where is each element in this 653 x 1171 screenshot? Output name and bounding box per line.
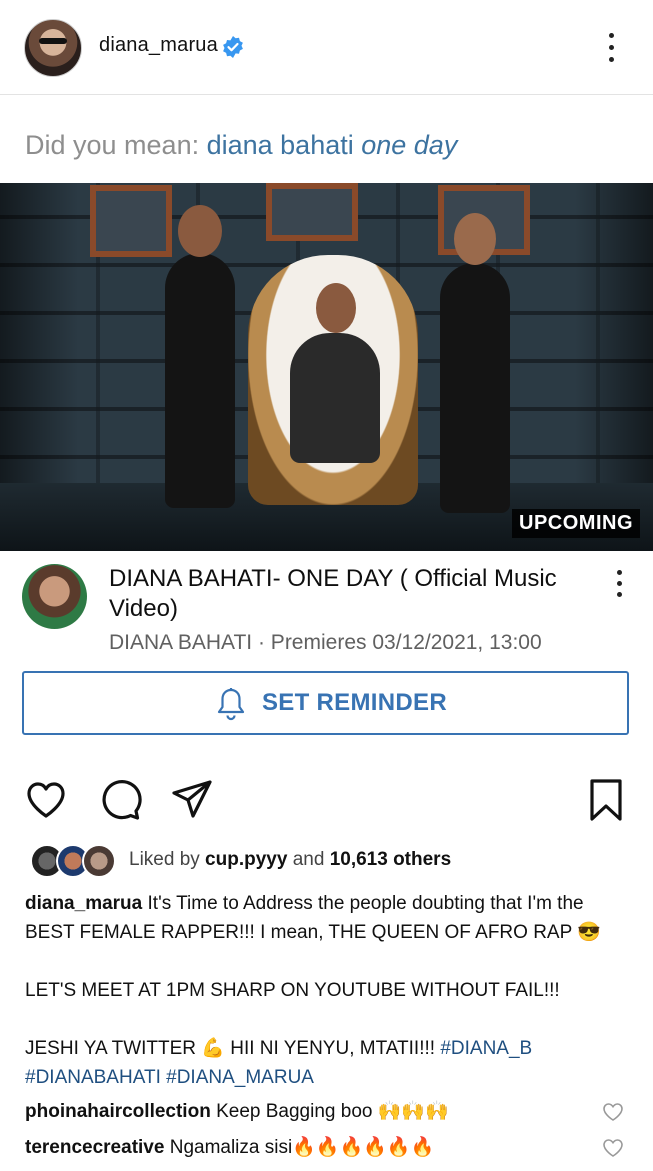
comment-username[interactable]: terencecreative <box>25 1137 164 1158</box>
person-center-graphic <box>290 333 380 463</box>
comment-row: phoinahaircollection Keep Bagging boo 🙌🙌… <box>25 1099 449 1123</box>
hashtag[interactable]: #DIANA_MARUA <box>166 1067 314 1088</box>
username-link[interactable]: diana_marua <box>99 34 218 57</box>
caption-username[interactable]: diana_marua <box>25 893 142 914</box>
more-options-icon[interactable] <box>600 30 624 66</box>
suggested-query-link[interactable]: diana bahati one day <box>207 130 458 160</box>
comment-like-heart-icon[interactable] <box>602 1102 624 1122</box>
likes-count[interactable]: 10,613 others <box>330 849 451 870</box>
video-more-options-icon[interactable] <box>610 568 630 600</box>
comment-text: Keep Bagging boo 🙌🙌🙌 <box>210 1101 449 1122</box>
suggested-query-italic: one day <box>361 130 458 160</box>
hashtag[interactable]: #DIANA_B <box>440 1038 532 1059</box>
profile-avatar[interactable] <box>24 19 82 77</box>
caption-line-3: JESHI YA TWITTER 💪 HII NI YENYU, MTATII!… <box>25 1038 441 1059</box>
likes-summary[interactable]: Liked by cup.pyyy and 10,613 others <box>129 849 451 871</box>
likes-middle: and <box>287 849 330 870</box>
comment-text: Ngamaliza sisi🔥🔥🔥🔥🔥🔥 <box>164 1137 435 1158</box>
post-header <box>0 0 653 95</box>
video-title[interactable]: DIANA BAHATI- ONE DAY ( Official Music V… <box>109 564 589 624</box>
liker-avatar-3[interactable] <box>82 844 116 878</box>
comment-row: terencecreative Ngamaliza sisi🔥🔥🔥🔥🔥🔥 <box>25 1135 434 1159</box>
bell-icon <box>217 688 245 721</box>
verified-badge-icon <box>223 36 243 58</box>
sunglasses-graphic <box>39 38 67 44</box>
video-meta: DIANA BAHATI · Premieres 03/12/2021, 13:… <box>109 631 542 654</box>
save-bookmark-icon[interactable] <box>584 778 628 822</box>
upcoming-badge: UPCOMING <box>512 509 640 538</box>
comment-icon[interactable] <box>98 778 142 822</box>
set-reminder-label: SET REMINDER <box>262 689 447 716</box>
like-heart-icon[interactable] <box>24 778 68 822</box>
caption-line-2: LET'S MEET AT 1PM SHARP ON YOUTUBE WITHO… <box>25 980 560 1001</box>
wall-frame-center <box>266 183 358 241</box>
likes-prefix: Liked by <box>129 849 206 870</box>
set-reminder-button[interactable]: SET REMINDER <box>22 671 629 735</box>
person-left-head <box>178 205 222 257</box>
suggested-query-text: diana bahati <box>206 130 362 160</box>
person-right-graphic <box>440 263 510 513</box>
wall-frame-left <box>90 185 172 257</box>
hashtag[interactable]: #DIANABAHATI <box>25 1067 161 1088</box>
post-caption: diana_marua It's Time to Address the peo… <box>25 889 625 1092</box>
comment-username[interactable]: phoinahaircollection <box>25 1101 211 1122</box>
liked-by-user[interactable]: cup.pyyy <box>205 849 287 870</box>
did-you-mean-suggestion: Did you mean: diana bahati one day <box>25 130 457 161</box>
channel-avatar[interactable] <box>22 564 87 629</box>
video-thumbnail[interactable] <box>0 183 653 551</box>
person-center-head <box>316 283 356 333</box>
did-you-mean-prefix: Did you mean: <box>25 130 207 160</box>
share-send-icon[interactable] <box>170 778 214 822</box>
comment-like-heart-icon[interactable] <box>602 1138 624 1158</box>
person-right-head <box>454 213 496 265</box>
person-left-graphic <box>165 253 235 508</box>
